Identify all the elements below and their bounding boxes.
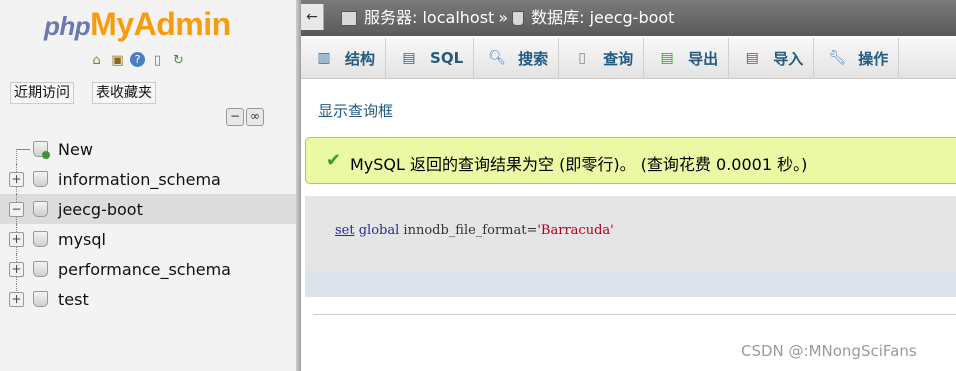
sql-keyword: global [358,223,400,238]
tree-connector [16,149,17,164]
import-icon: ▤ [745,50,759,66]
divider [313,314,956,315]
wrench-icon: 🔧︎ [828,50,847,66]
tab-label: 导入 [773,49,804,68]
docs-icon[interactable]: ▯ [149,52,166,69]
search-icon: 🔍︎ [488,50,507,66]
sql-keyword[interactable]: set [335,223,355,238]
show-query-box-link[interactable]: 显示查询框 [318,100,393,121]
logo-my: My [90,6,134,42]
navigation-panel: phpMyAdmin ⌂ ▣ ? ▯ ↻ 近期访问 表收藏夹 − ∞ New +… [0,0,296,371]
database-icon [33,201,48,217]
tab-label: SQL [430,49,464,67]
tree-item-information-schema[interactable]: + information_schema [0,164,296,194]
tree-controls: − ∞ [226,108,264,126]
database-icon [33,261,48,277]
tab-bar: ▥ 结构 ▤ SQL 🔍︎ 搜索 ▯ 查询 ▤ 导出 ▤ 导入 🔧︎ 操作 [301,38,956,79]
watermark: CSDN @:MNongSciFans [741,342,917,360]
breadcrumb-path: 服务器: localhost » 数据库: jeecg-boot [341,0,674,36]
success-message: MySQL 返回的查询结果为空 (即零行)。 (查询花费 0.0001 秒。) [350,155,808,174]
sql-text: innodb_file_format= [399,223,538,238]
reload-icon[interactable]: ↻ [170,52,187,69]
tab-operations[interactable]: 🔧︎ 操作 [814,38,900,78]
tab-query[interactable]: ▯ 查询 [559,38,645,78]
server-icon [341,10,357,26]
back-arrow-icon[interactable]: ← [301,4,324,30]
tab-structure[interactable]: ▥ 结构 [301,38,387,78]
help-icon[interactable]: ? [130,52,145,67]
recent-button[interactable]: 近期访问 [10,82,74,104]
tab-export[interactable]: ▤ 导出 [644,38,730,78]
tab-label: 搜索 [518,49,549,68]
tab-sql[interactable]: ▤ SQL [386,38,475,78]
sql-string: 'Barracuda' [537,223,614,238]
expand-icon[interactable]: + [9,261,24,277]
logo-php: php [44,11,91,41]
tab-label: 操作 [858,49,889,68]
tree-connector [16,149,30,150]
collapse-all-icon[interactable]: − [226,108,244,126]
breadcrumb-server[interactable]: 服务器: localhost [364,0,494,36]
new-icon [42,151,50,159]
logo-admin: Admin [133,6,232,42]
nav-icon-bar: ⌂ ▣ ? ▯ ↻ [88,52,187,69]
expand-icon[interactable]: + [9,231,24,247]
tree-item-label: mysql [58,229,106,249]
success-message-box: ✔ MySQL 返回的查询结果为空 (即零行)。 (查询花费 0.0001 秒。… [305,137,956,184]
database-icon [33,231,48,247]
tree-item-jeecg-boot[interactable]: − jeecg-boot [0,194,296,224]
tree-item-label: jeecg-boot [58,199,143,219]
tab-search[interactable]: 🔍︎ 搜索 [474,38,560,78]
database-icon [33,291,48,307]
tree-item-mysql[interactable]: + mysql [0,224,296,254]
export-icon: ▤ [660,50,674,66]
database-icon [33,171,48,187]
tree-item-test[interactable]: + test [0,284,296,314]
breadcrumb-database[interactable]: 数据库: jeecg-boot [531,0,674,36]
sql-query-text[interactable]: set global innodb_file_format='Barracuda… [335,223,614,238]
database-icon [512,10,525,26]
query-icon: ▯ [578,50,587,66]
tree-item-label: information_schema [58,169,221,189]
structure-icon: ▥ [317,50,331,66]
tab-label: 查询 [603,49,634,68]
phpmyadmin-logo[interactable]: phpMyAdmin [44,6,231,43]
breadcrumb-separator: » [498,8,509,27]
database-tree: New + information_schema − jeecg-boot + … [0,134,296,314]
link-icon[interactable]: ∞ [246,108,264,126]
tree-item-new[interactable]: New [0,134,296,164]
sql-query-box: set global innodb_file_format='Barracuda… [305,196,956,297]
tab-import[interactable]: ▤ 导入 [729,38,815,78]
tree-item-label: New [58,139,93,159]
tree-item-label: performance_schema [58,259,231,279]
tab-label: 结构 [345,49,376,68]
sql-box-toolbar [305,271,956,297]
tree-item-performance-schema[interactable]: + performance_schema [0,254,296,284]
tab-label: 导出 [688,49,719,68]
expand-icon[interactable]: + [9,291,24,307]
expand-icon[interactable]: + [9,171,24,187]
logout-icon[interactable]: ▣ [109,52,126,69]
sql-icon: ▤ [402,50,416,66]
check-icon: ✔ [326,150,342,171]
home-icon[interactable]: ⌂ [88,52,105,69]
tree-item-label: test [58,289,89,309]
breadcrumb: ← 服务器: localhost » 数据库: jeecg-boot [301,0,956,36]
favorites-button[interactable]: 表收藏夹 [92,82,156,104]
collapse-icon[interactable]: − [9,201,24,217]
